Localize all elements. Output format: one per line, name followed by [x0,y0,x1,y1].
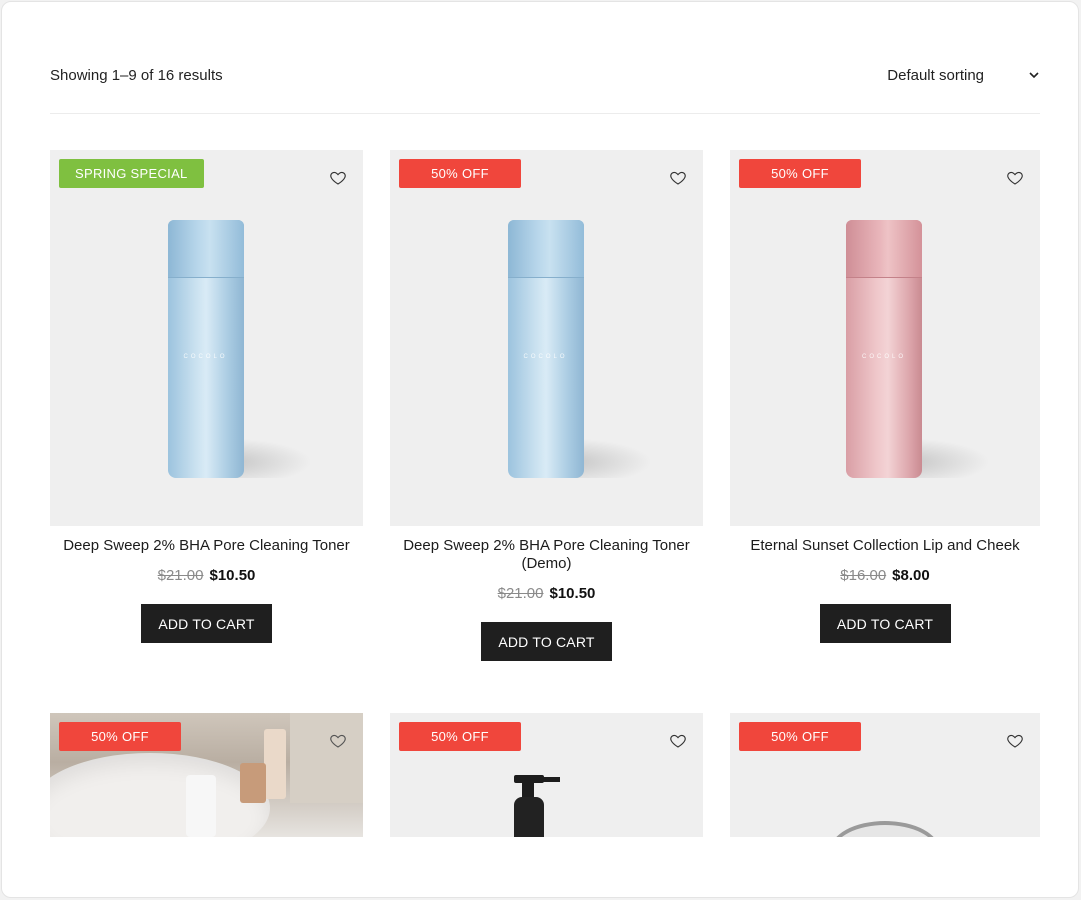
add-to-cart-button[interactable]: ADD TO CART [481,622,612,661]
product-card: 50% OFF [50,713,363,837]
add-to-cart-button[interactable]: ADD TO CART [141,604,272,643]
bottle-brand: COCOLO [861,354,906,360]
sale-badge: SPRING SPECIAL [59,159,204,188]
product-image[interactable]: COCOLO SPRING SPECIAL [50,150,363,526]
pump-bottle-illustration [500,775,560,837]
product-price: $16.00 $8.00 [730,567,1040,584]
add-to-cart-button[interactable]: ADD TO CART [819,604,951,643]
sale-badge: 50% OFF [739,159,861,188]
bottle-illustration: COCOLO [805,220,990,510]
sale-price: $8.00 [892,567,930,584]
old-price: $21.00 [157,567,204,584]
round-tin-illustration [830,821,940,837]
product-price: $21.00 $10.50 [50,567,363,584]
shop-frame: Showing 1–9 of 16 results Default sortin… [1,1,1079,898]
bottle-illustration: COCOLO [127,220,312,510]
sale-price: $10.50 [549,585,596,602]
product-image[interactable]: COCOLO 50% OFF [390,150,703,526]
wishlist-heart-icon[interactable] [1006,732,1024,750]
wishlist-heart-icon[interactable] [669,732,687,750]
old-price: $16.00 [840,567,887,584]
wishlist-heart-icon[interactable] [1006,169,1024,187]
toolbar-divider [50,113,1040,114]
product-image[interactable]: COCOLO 50% OFF [730,150,1040,526]
sale-badge: 50% OFF [399,722,521,751]
product-card: 50% OFF [390,713,703,837]
product-image[interactable]: 50% OFF [50,713,363,837]
chevron-down-icon [1029,72,1039,79]
product-title[interactable]: Deep Sweep 2% BHA Pore Cleaning Toner [50,537,363,555]
sale-badge: 50% OFF [59,722,181,751]
product-price: $21.00 $10.50 [390,585,703,602]
product-title[interactable]: Eternal Sunset Collection Lip and Cheek [730,537,1040,555]
bottle-brand: COCOLO [523,354,568,360]
sort-label: Default sorting [887,66,984,84]
sort-dropdown[interactable]: Default sorting [887,67,1040,84]
wishlist-heart-icon[interactable] [669,169,687,187]
product-title[interactable]: Deep Sweep 2% BHA Pore Cleaning Toner (D… [390,537,703,573]
result-count: Showing 1–9 of 16 results [50,66,223,84]
wishlist-heart-icon[interactable] [329,169,347,187]
product-card: COCOLO 50% OFF Deep Sweep 2% BHA Pore Cl… [390,150,703,661]
product-image[interactable]: 50% OFF [390,713,703,837]
old-price: $21.00 [497,585,544,602]
sale-badge: 50% OFF [399,159,521,188]
bottle-brand: COCOLO [183,354,228,360]
shop-toolbar: Showing 1–9 of 16 results Default sortin… [50,56,1040,94]
wishlist-heart-icon[interactable] [329,732,347,750]
sale-price: $10.50 [209,567,256,584]
product-card: COCOLO SPRING SPECIAL Deep Sweep 2% BHA … [50,150,363,643]
product-image[interactable]: 50% OFF [730,713,1040,837]
sale-badge: 50% OFF [739,722,861,751]
product-card: COCOLO 50% OFF Eternal Sunset Collection… [730,150,1040,643]
product-card: 50% OFF [730,713,1040,837]
bottle-illustration: COCOLO [467,220,652,510]
